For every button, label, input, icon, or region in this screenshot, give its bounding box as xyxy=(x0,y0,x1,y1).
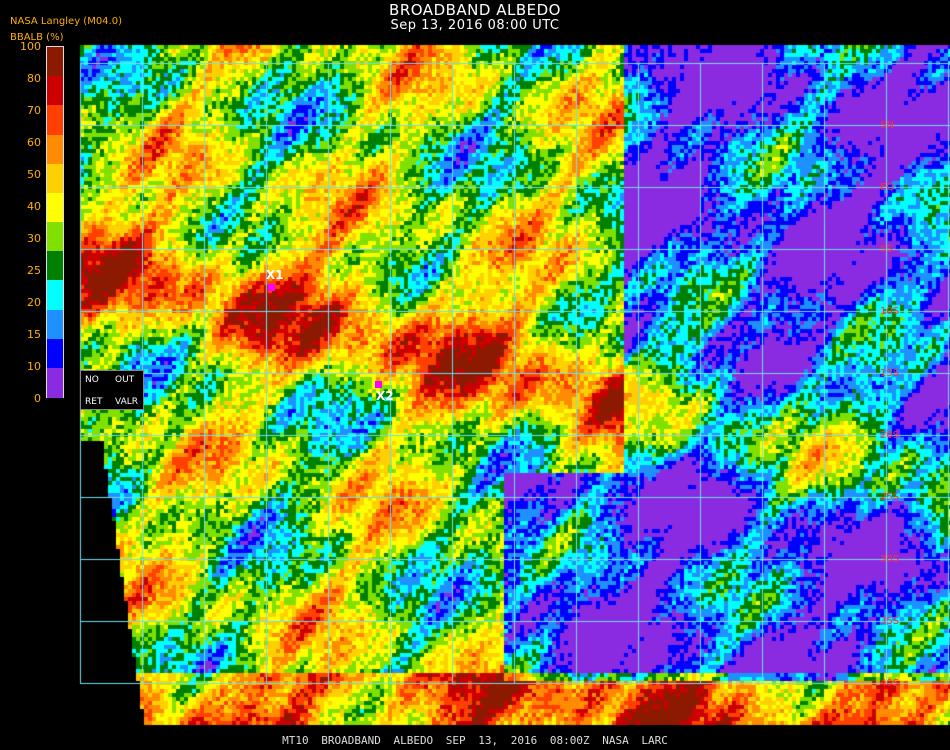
footer-caption: MT10 BROADBAND ALBEDO SEP 13, 2016 08:00… xyxy=(0,734,950,747)
latitude-label: 20S xyxy=(880,430,899,441)
colorbar-tick-label: 20 xyxy=(0,296,41,309)
latitude-label: 5N xyxy=(880,120,894,131)
legend-valr: VALR xyxy=(115,397,138,407)
marker-x1-box[interactable] xyxy=(268,284,275,291)
colorbar-segment xyxy=(47,251,63,281)
colorbar-segment xyxy=(47,339,63,369)
legend-no: NO xyxy=(85,375,99,385)
marker-x2-box[interactable] xyxy=(375,381,382,388)
latitude-label: 30S xyxy=(880,554,899,565)
colorbar-tick-label: 80 xyxy=(0,72,41,85)
colorbar-tick-label: 10 xyxy=(0,360,41,373)
latitude-label: 15S xyxy=(880,368,899,379)
colorbar-tick-label: 100 xyxy=(0,40,41,53)
colorbar-segment xyxy=(47,310,63,340)
colorbar-segment xyxy=(47,76,63,106)
colorbar-tick-label: 30 xyxy=(0,232,41,245)
latitude-label: 25S xyxy=(880,492,899,503)
legend-out: OUT xyxy=(115,375,134,385)
colorbar-segment xyxy=(47,222,63,252)
latitude-label: 40S xyxy=(880,678,899,689)
producer-label: NASA Langley (M04.0) xyxy=(10,16,122,27)
legend-ret: RET xyxy=(85,397,102,407)
colorbar-segment xyxy=(47,105,63,135)
colorbar-segment xyxy=(47,164,63,194)
colorbar xyxy=(46,46,64,398)
map-title: BROADBAND ALBEDO xyxy=(0,1,950,19)
latitude-label: 35S xyxy=(880,616,899,627)
map-timestamp: Sep 13, 2016 08:00 UTC xyxy=(0,18,950,33)
colorbar-tick-label: 25 xyxy=(0,264,41,277)
latitude-label: EQ xyxy=(880,182,894,193)
legend-box: NO OUT RET VALR xyxy=(80,370,144,410)
latitude-label: 10S xyxy=(880,306,899,317)
colorbar-segment xyxy=(47,135,63,165)
colorbar-segment xyxy=(47,47,63,77)
colorbar-tick-label: 40 xyxy=(0,200,41,213)
colorbar-tick-label: 70 xyxy=(0,104,41,117)
colorbar-segment xyxy=(47,280,63,310)
latitude-label: 5S xyxy=(880,244,893,255)
colorbar-tick-label: 50 xyxy=(0,168,41,181)
colorbar-tick-label: 0 xyxy=(0,392,41,405)
colorbar-segment xyxy=(47,193,63,223)
colorbar-segment xyxy=(47,368,63,398)
marker-x2-label: X2 xyxy=(376,389,394,403)
marker-x1-label: X1 xyxy=(266,268,284,282)
colorbar-tick-label: 15 xyxy=(0,328,41,341)
colorbar-tick-label: 60 xyxy=(0,136,41,149)
